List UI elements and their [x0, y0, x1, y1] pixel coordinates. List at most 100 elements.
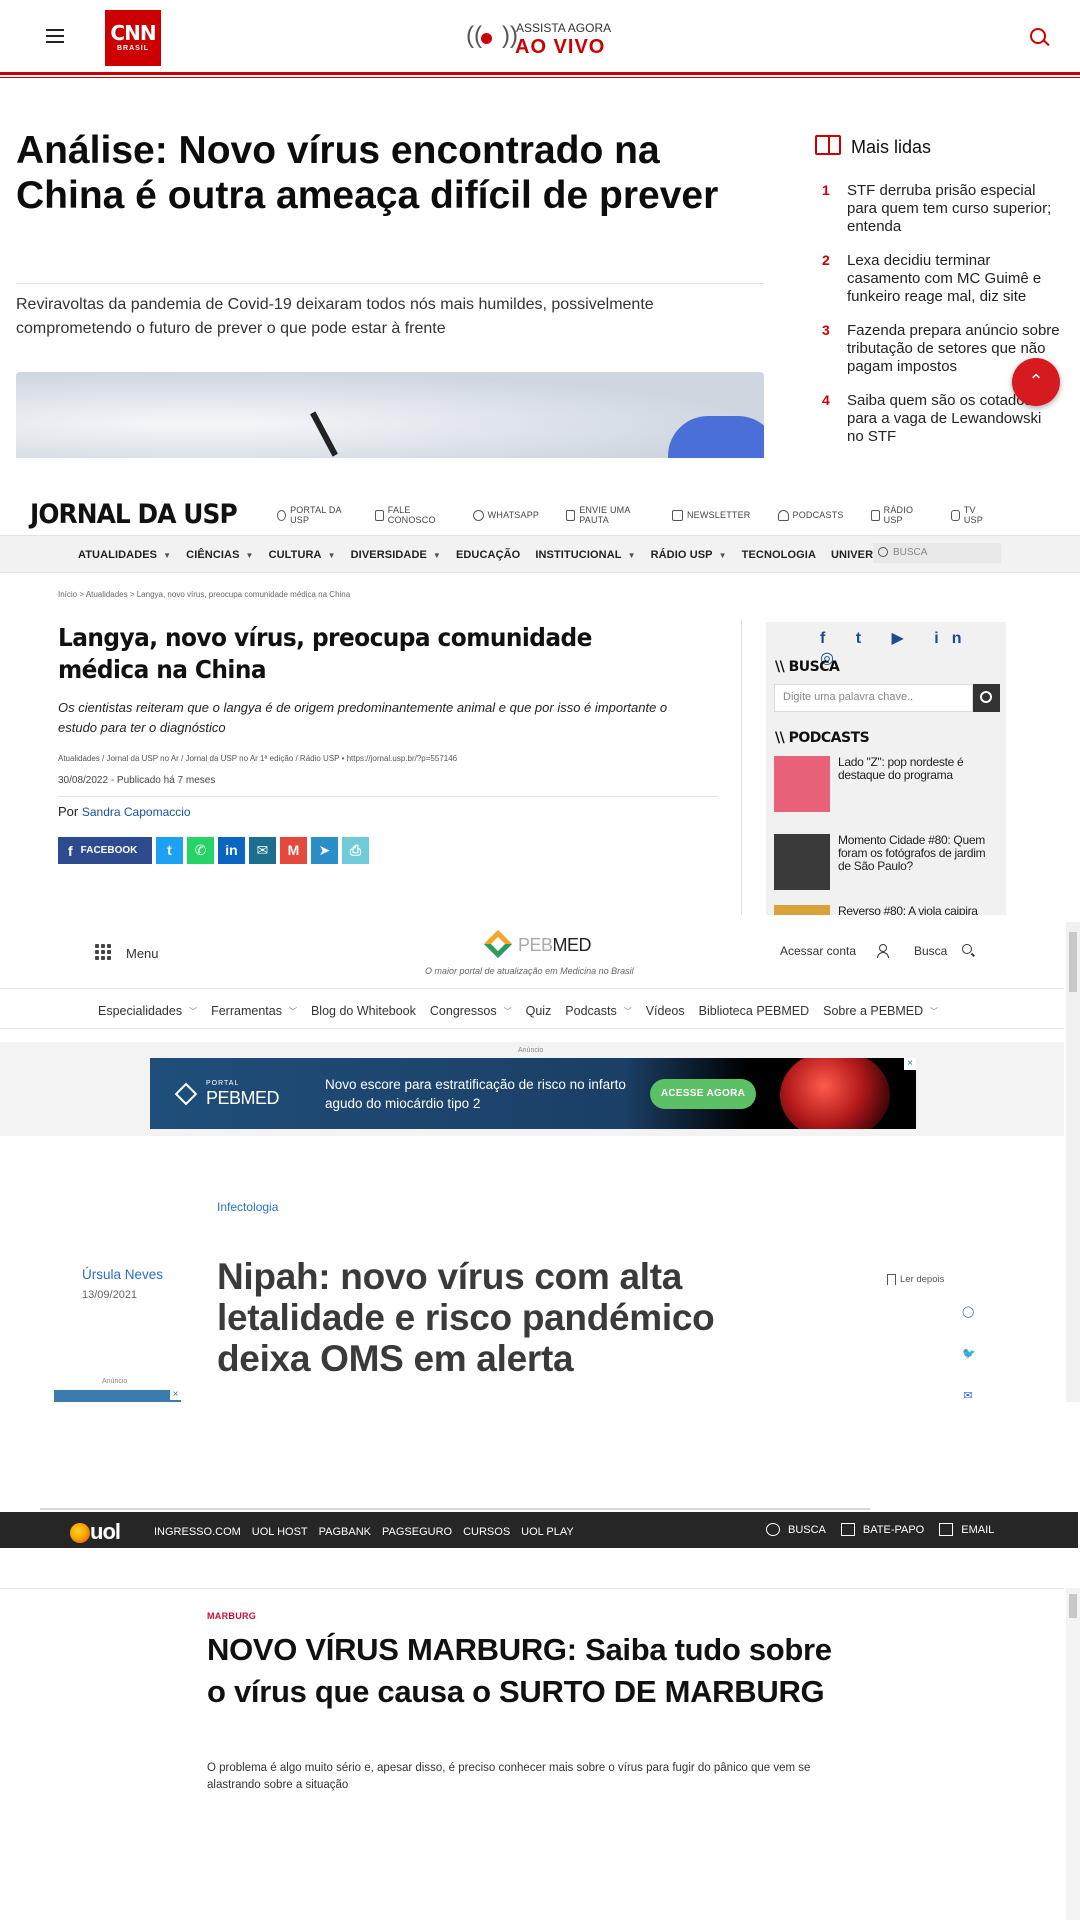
- share-linkedin-button[interactable]: in: [218, 837, 245, 864]
- divider: [58, 796, 718, 797]
- email-button[interactable]: EMAIL: [939, 1523, 994, 1536]
- nav-item-blog-whitebook[interactable]: Blog do Whitebook: [311, 1004, 416, 1018]
- nav-item-institucional[interactable]: INSTITUCIONAL ▼: [535, 549, 635, 561]
- search-button[interactable]: [973, 684, 1000, 712]
- item-title[interactable]: STF derruba prisão especial para quem te…: [847, 182, 1062, 236]
- share-email-button[interactable]: ✉: [962, 1390, 974, 1402]
- nav-item-videos[interactable]: Vídeos: [646, 1004, 685, 1018]
- item-title[interactable]: Lexa decidiu terminar casamento com MC G…: [847, 252, 1062, 306]
- uol-top-bar: uol INGRESSO.COM UOL HOST PAGBANK PAGSEG…: [0, 1512, 1078, 1548]
- article-category[interactable]: Infectologia: [217, 1200, 278, 1214]
- nav-item-atualidades[interactable]: ATUALIDADES ▼: [78, 549, 171, 561]
- top-link-contact[interactable]: FALE CONOSCO: [374, 505, 446, 525]
- cnn-brasil-logo[interactable]: CNN BRASIL: [105, 10, 161, 66]
- chat-button[interactable]: BATE-PAPO: [840, 1523, 924, 1536]
- top-link-pagseguro[interactable]: PAGSEGURO: [382, 1526, 452, 1538]
- share-whatsapp-button[interactable]: ✆: [187, 837, 214, 864]
- search-input[interactable]: BUSCA: [873, 543, 1001, 563]
- main-nav-items: ATUALIDADES ▼ CIÊNCIAS ▼ CULTURA ▼ DIVERSID…: [78, 547, 944, 563]
- share-twitter-button[interactable]: 🐦: [962, 1348, 976, 1360]
- search-button[interactable]: BUSCA: [766, 1523, 826, 1536]
- search-input[interactable]: Digite uma palavra chave..: [774, 684, 973, 712]
- back-to-top-button[interactable]: ⌃: [1012, 358, 1060, 406]
- nav-item-tecnologia[interactable]: TECNOLOGIA: [742, 549, 816, 561]
- podcast-item[interactable]: Lado "Z": pop nordeste é destaque do pro…: [774, 756, 1004, 812]
- top-link-radio[interactable]: RÁDIO USP: [870, 505, 924, 525]
- top-link-pauta[interactable]: ENVIE UMA PAUTA: [566, 505, 645, 525]
- share-telegram-button[interactable]: ➤: [311, 837, 338, 864]
- uol-article-screenshot: uol INGRESSO.COM UOL HOST PAGBANK PAGSEG…: [0, 1508, 1080, 1920]
- banner-cta-button[interactable]: ACESSE AGORA: [650, 1079, 756, 1109]
- podcast-title[interactable]: Reverso #80: A viola caipira: [838, 905, 998, 916]
- live-broadcast-icon[interactable]: (( )): [466, 22, 518, 56]
- search-icon[interactable]: [962, 944, 972, 954]
- logo-light-text: PEB: [518, 935, 553, 955]
- nav-item-especialidades[interactable]: Especialidades ﹀: [98, 1004, 197, 1018]
- article-author[interactable]: Úrsula Neves: [82, 1267, 163, 1282]
- top-link-tv[interactable]: TV USP: [950, 505, 990, 525]
- share-twitter-button[interactable]: t: [156, 837, 183, 864]
- scrollbar[interactable]: [1066, 1588, 1080, 1920]
- menu-button[interactable]: Menu: [126, 946, 159, 961]
- top-link-newsletter[interactable]: NEWSLETTER: [671, 509, 751, 521]
- hamburger-menu-icon[interactable]: [46, 29, 64, 43]
- nav-item-podcasts[interactable]: Podcasts ﹀: [565, 1004, 631, 1018]
- user-icon[interactable]: [877, 944, 889, 958]
- podcast-title[interactable]: Lado "Z": pop nordeste é destaque do pro…: [838, 756, 998, 782]
- nav-item-congressos[interactable]: Congressos ﹀: [430, 1004, 512, 1018]
- grid-menu-icon[interactable]: [95, 944, 113, 962]
- most-read-item[interactable]: 2 Lexa decidiu terminar casamento com MC…: [822, 252, 1062, 308]
- share-facebook-button[interactable]: f FACEBOOK: [58, 837, 152, 864]
- share-email-button[interactable]: ✉: [249, 837, 276, 864]
- watch-now-label[interactable]: ASSISTA AGORA: [516, 21, 611, 35]
- podcast-item[interactable]: Momento Cidade #80: Quem foram os fotógr…: [774, 834, 1004, 890]
- top-link-portal[interactable]: PORTAL DA USP: [277, 505, 348, 525]
- pebmed-logo[interactable]: PEBMED: [518, 935, 592, 956]
- nav-item-ciencias[interactable]: CIÊNCIAS ▼: [186, 549, 253, 561]
- podcast-item[interactable]: Reverso #80: A viola caipira: [774, 905, 1004, 915]
- search-button[interactable]: Busca: [914, 944, 947, 958]
- ad-banner[interactable]: PORTAL PEBMED Novo escore para estratifi…: [150, 1058, 916, 1129]
- uol-logo[interactable]: uol: [90, 1519, 121, 1545]
- jornal-usp-logo[interactable]: JORNAL DA USP: [30, 499, 238, 530]
- close-icon[interactable]: ×: [904, 1058, 916, 1070]
- print-button[interactable]: ⎙: [342, 837, 369, 864]
- search-icon[interactable]: [1030, 28, 1046, 44]
- read-later-button[interactable]: Ler depois: [886, 1274, 944, 1285]
- nav-item-quiz[interactable]: Quiz: [526, 1004, 552, 1018]
- nav-item-diversidade[interactable]: DIVERSIDADE ▼: [351, 549, 441, 561]
- side-ad[interactable]: [54, 1389, 181, 1402]
- share-gmail-button[interactable]: M: [280, 837, 307, 864]
- nav-item-educacao[interactable]: EDUCAÇÃO: [456, 549, 520, 561]
- scrollbar[interactable]: [1066, 922, 1080, 1402]
- article-category[interactable]: MARBURG: [207, 1611, 256, 1621]
- podcast-title[interactable]: Momento Cidade #80: Quem foram os fotógr…: [838, 834, 998, 873]
- top-link-pagbank[interactable]: PAGBANK: [319, 1526, 371, 1538]
- nav-item-radio-usp[interactable]: RÁDIO USP ▼: [651, 549, 727, 561]
- top-link-uol-play[interactable]: UOL PLAY: [521, 1526, 574, 1538]
- top-link-whatsapp[interactable]: WHATSAPP: [472, 509, 539, 521]
- most-read-item[interactable]: 1 STF derruba prisão especial para quem …: [822, 182, 1062, 238]
- article-summary: Reviravoltas da pandemia de Covid-19 dei…: [16, 296, 654, 337]
- telegram-icon: ➤: [318, 842, 331, 858]
- account-link[interactable]: Acessar conta: [780, 944, 856, 958]
- busca-title: \\ BUSCA: [775, 659, 840, 675]
- article-categories[interactable]: Atualidades / Jornal da USP no Ar / Jorn…: [58, 754, 457, 763]
- uol-logo-icon[interactable]: [70, 1523, 90, 1543]
- pebmed-logo-icon[interactable]: [483, 929, 513, 959]
- top-link-podcasts[interactable]: PODCASTS: [777, 509, 844, 521]
- social-icons[interactable]: f t ▶ in ◎: [820, 628, 1006, 668]
- nav-item-ferramentas[interactable]: Ferramentas ﹀: [211, 1004, 297, 1018]
- breadcrumb[interactable]: Início > Atualidades > Langya, novo víru…: [58, 590, 350, 599]
- share-whatsapp-button[interactable]: ◯: [962, 1306, 974, 1318]
- nav-item-sobre[interactable]: Sobre a PEBMED ﹀: [823, 1004, 938, 1018]
- divider: [16, 283, 764, 284]
- author-link[interactable]: Sandra Capomaccio: [82, 805, 191, 819]
- nav-item-cultura[interactable]: CULTURA ▼: [269, 549, 336, 561]
- live-label[interactable]: AO VIVO: [515, 36, 605, 59]
- top-link-uol-host[interactable]: UOL HOST: [252, 1526, 308, 1538]
- sidebar: f t ▶ in ◎ \\ BUSCA Digite uma palavra c…: [766, 622, 1006, 915]
- top-link-ingresso[interactable]: INGRESSO.COM: [154, 1526, 241, 1538]
- top-link-cursos[interactable]: CURSOS: [463, 1526, 510, 1538]
- nav-item-biblioteca[interactable]: Biblioteca PEBMED: [699, 1004, 809, 1018]
